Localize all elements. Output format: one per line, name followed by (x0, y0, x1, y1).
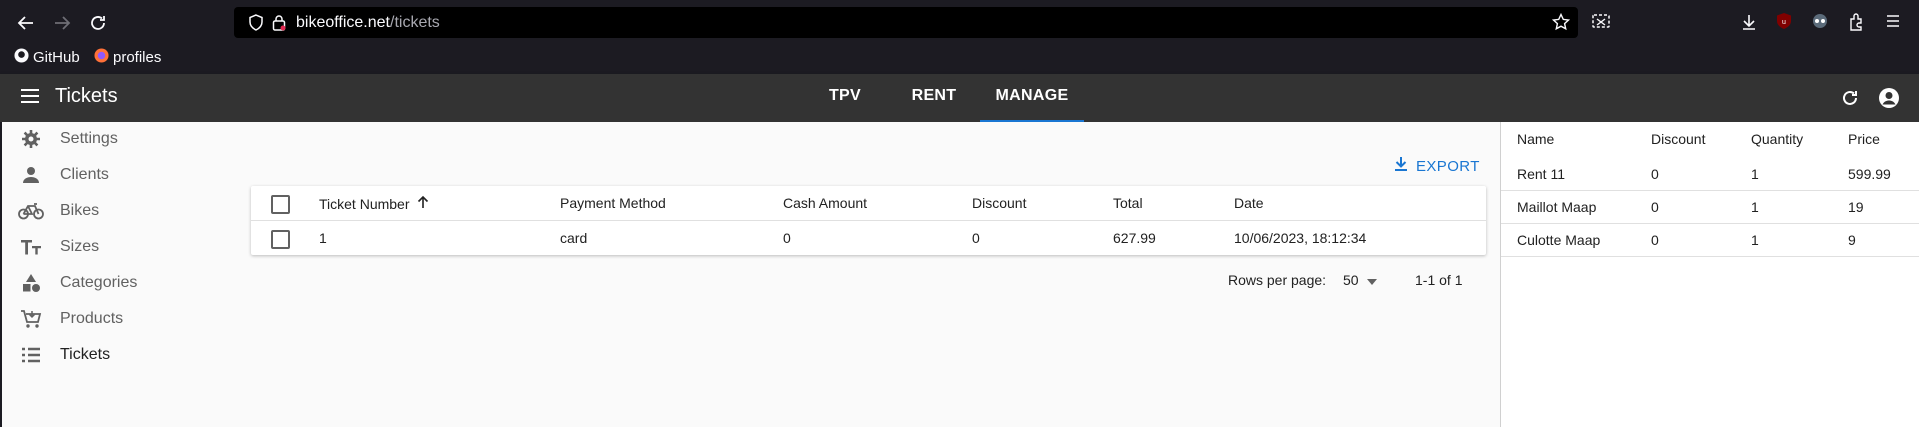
sidebar-item-label: Clients (60, 166, 109, 183)
browser-chrome: bikeoffice.net/tickets u GitHub profiles (0, 0, 1919, 74)
column-header-payment-method[interactable]: Payment Method (560, 195, 666, 211)
url-text[interactable]: bikeoffice.net/tickets (296, 14, 440, 32)
column-header-ticket-number[interactable]: Ticket Number (319, 195, 430, 212)
dropdown-arrow-icon (1366, 272, 1377, 288)
hamburger-menu-icon[interactable] (20, 88, 40, 109)
sidebar-item-settings[interactable]: Settings (18, 124, 118, 154)
sidebar-item-label: Products (60, 310, 124, 327)
detail-cell-price: 19 (1848, 199, 1864, 215)
sidebar-item-label: Settings (60, 130, 118, 147)
firefox-icon (94, 48, 109, 67)
sidebar-item-label: Tickets (60, 346, 111, 363)
detail-cell-quantity: 1 (1751, 199, 1759, 215)
sidebar-item-bikes[interactable]: Bikes (18, 196, 99, 226)
tickets-table: Ticket Number Payment Method Cash Amount… (251, 186, 1486, 255)
lock-icon[interactable] (272, 14, 286, 36)
detail-cell-name: Culotte Maap (1517, 232, 1601, 248)
sidebar-item-label: Categories (60, 274, 138, 291)
detail-row: Culotte Maap 0 1 9 (1501, 224, 1919, 257)
cell-cash-amount: 0 (783, 230, 791, 246)
rows-per-page-select[interactable]: 50 (1343, 272, 1377, 288)
detail-cell-price: 599.99 (1848, 166, 1891, 182)
text-size-icon (18, 236, 44, 258)
pagination-range: 1-1 of 1 (1415, 272, 1463, 288)
bookmark-github[interactable]: GitHub (14, 48, 80, 67)
row-checkbox[interactable] (271, 230, 290, 249)
detail-cell-discount: 0 (1651, 199, 1659, 215)
detail-cell-name: Rent 11 (1517, 166, 1565, 182)
column-header-discount[interactable]: Discount (972, 195, 1026, 211)
header-divider (251, 220, 1486, 221)
tab-manage[interactable]: MANAGE (980, 74, 1084, 122)
detail-cell-quantity: 1 (1751, 166, 1759, 182)
download-icon (1394, 156, 1408, 176)
cell-total: 627.99 (1113, 230, 1156, 246)
cell-discount: 0 (972, 230, 980, 246)
detail-cell-quantity: 1 (1751, 232, 1759, 248)
app-bar: Tickets TPV RENT MANAGE (0, 74, 1919, 122)
detail-row: Maillot Maap 0 1 19 (1501, 191, 1919, 224)
sidebar-item-label: Bikes (60, 202, 100, 219)
sidebar-item-tickets[interactable]: Tickets (18, 340, 110, 370)
export-button[interactable]: EXPORT (1394, 156, 1480, 176)
shield-icon[interactable] (248, 14, 264, 36)
ublock-icon[interactable]: u (1776, 12, 1792, 35)
page-title: Tickets (55, 85, 118, 107)
extension-mask-icon[interactable] (1811, 13, 1829, 34)
cell-ticket-number: 1 (319, 230, 327, 246)
list-icon (18, 344, 44, 366)
detail-row: Rent 11 0 1 599.99 (1501, 158, 1919, 191)
star-icon[interactable] (1551, 12, 1571, 36)
download-icon[interactable] (1741, 13, 1757, 36)
column-header-cash-amount[interactable]: Cash Amount (783, 195, 867, 211)
tab-tpv[interactable]: TPV (820, 74, 870, 122)
detail-cell-price: 9 (1848, 232, 1856, 248)
sidebar-item-label: Sizes (60, 238, 100, 255)
url-bar[interactable]: bikeoffice.net/tickets (234, 7, 1578, 38)
bookmark-profiles[interactable]: profiles (94, 48, 161, 67)
github-icon (14, 48, 29, 67)
detail-cell-name: Maillot Maap (1517, 199, 1597, 215)
bike-icon (18, 200, 44, 222)
detail-header-price: Price (1848, 131, 1880, 147)
cell-date: 10/06/2023, 18:12:34 (1234, 230, 1367, 246)
tab-rent[interactable]: RENT (906, 74, 962, 122)
forward-icon[interactable] (48, 9, 76, 37)
export-label: EXPORT (1416, 157, 1480, 175)
menu-icon[interactable] (1885, 14, 1901, 33)
window-edge (0, 122, 2, 427)
back-icon[interactable] (12, 9, 40, 37)
column-header-label: Ticket Number (319, 195, 410, 212)
sidebar-item-sizes[interactable]: Sizes (18, 232, 99, 262)
account-icon[interactable] (1878, 87, 1900, 114)
refresh-icon[interactable] (1840, 88, 1860, 113)
bookmark-label: profiles (113, 49, 162, 66)
gear-icon (18, 128, 44, 150)
sidebar-item-clients[interactable]: Clients (18, 160, 109, 190)
extensions-icon[interactable] (1848, 13, 1864, 36)
column-header-date[interactable]: Date (1234, 195, 1264, 211)
detail-header-quantity: Quantity (1751, 131, 1804, 147)
bookmark-label: GitHub (33, 49, 80, 66)
rows-per-page-label: Rows per page: (1228, 272, 1327, 288)
person-icon (18, 164, 44, 186)
select-all-checkbox[interactable] (271, 195, 290, 214)
cart-icon (18, 308, 44, 330)
sort-ascending-icon[interactable] (416, 195, 430, 212)
ticket-detail-panel: Name Discount Quantity Price Rent 11 0 1… (1500, 122, 1919, 427)
sidebar-item-categories[interactable]: Categories (18, 268, 137, 298)
svg-text:u: u (1782, 19, 1786, 26)
reload-icon[interactable] (84, 9, 112, 37)
detail-header-discount: Discount (1651, 131, 1706, 147)
detail-cell-discount: 0 (1651, 232, 1659, 248)
screenshot-icon[interactable] (1592, 14, 1610, 35)
detail-cell-discount: 0 (1651, 166, 1659, 182)
column-header-total[interactable]: Total (1113, 195, 1143, 211)
rows-per-page-value: 50 (1343, 272, 1359, 288)
category-icon (18, 272, 44, 294)
sidebar-item-products[interactable]: Products (18, 304, 123, 334)
cell-payment-method: card (560, 230, 588, 246)
detail-header-name: Name (1517, 131, 1555, 147)
